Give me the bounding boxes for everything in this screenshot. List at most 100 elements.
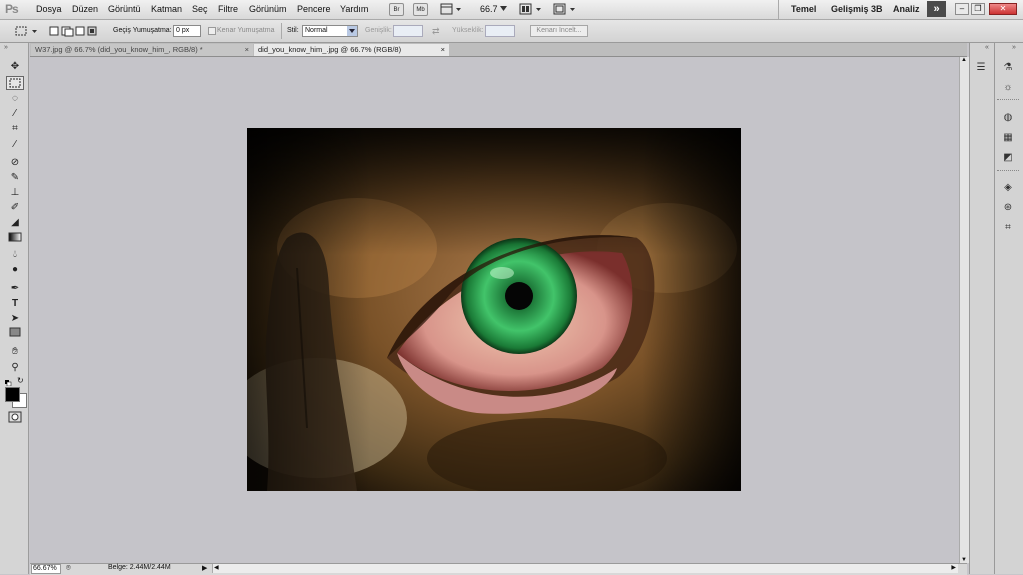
pen-icon: ✒	[10, 283, 20, 294]
menu-yardim[interactable]: Yardım	[340, 4, 368, 14]
scroll-right-icon[interactable]: ▶	[951, 564, 956, 571]
horizontal-scrollbar[interactable]: ◀ ▶	[212, 564, 958, 573]
workspace-gelismis-3b[interactable]: Gelişmiş 3B	[831, 4, 883, 14]
document-info-icon[interactable]: ⌾	[66, 563, 71, 573]
menu-dosya[interactable]: Dosya	[36, 4, 62, 14]
swap-colors-icon[interactable]: ↻	[17, 376, 24, 385]
tool-preset-picker[interactable]	[13, 25, 41, 38]
menu-duzen[interactable]: Düzen	[72, 4, 98, 14]
arrange-icon	[519, 3, 541, 15]
hand-tool[interactable]: ✋︎	[6, 345, 24, 359]
paths-icon: ⌗	[1005, 222, 1011, 233]
feather-input[interactable]: 0 px	[173, 25, 201, 37]
zoom-level[interactable]: 66.7	[480, 4, 498, 14]
marquee-tool[interactable]	[6, 76, 24, 90]
restore-button[interactable]: ❐	[971, 3, 985, 15]
close-button[interactable]: ✕	[989, 3, 1017, 15]
type-tool[interactable]: T	[6, 297, 24, 311]
selection-mode-buttons[interactable]	[48, 25, 100, 38]
type-icon: T	[11, 298, 19, 309]
eyedropper-tool[interactable]: ∕	[6, 138, 24, 152]
mini-bridge-button[interactable]: Mb	[413, 3, 428, 16]
blur-tool[interactable]: 💧︎	[6, 248, 24, 262]
menu-goruntu[interactable]: Görüntü	[108, 4, 141, 14]
menu-filtre[interactable]: Filtre	[218, 4, 238, 14]
dodge-tool[interactable]: ●	[6, 263, 24, 277]
move-tool[interactable]: ✥	[6, 60, 24, 74]
swap-icon[interactable]: ⇄	[432, 26, 440, 37]
default-colors-icon[interactable]	[5, 378, 12, 387]
styles-panel-button[interactable]: ◩	[1000, 151, 1016, 165]
menu-gorunum[interactable]: Görünüm	[249, 4, 287, 14]
menu-pencere[interactable]: Pencere	[297, 4, 331, 14]
vertical-scrollbar[interactable]: ▲ ▼	[959, 57, 969, 563]
style-select[interactable]: Normal	[302, 25, 358, 37]
zoom-tool[interactable]: ⚲	[6, 361, 24, 375]
grid-view-icon	[440, 3, 461, 15]
tab-did-you-know-him[interactable]: did_you_know_him_.jpg @ 66.7% (RGB/8) ×	[254, 44, 449, 56]
path-selection-tool[interactable]: ➤	[6, 312, 24, 326]
marquee-preset-icon	[15, 26, 37, 36]
bandage-icon: ⊘	[10, 157, 20, 168]
history-brush-icon: ✐	[10, 202, 20, 213]
zoom-field[interactable]: 66.67%	[31, 564, 61, 574]
close-icon[interactable]: ×	[441, 44, 445, 56]
stamp-icon: ⊥	[10, 187, 20, 198]
arrange-documents-button[interactable]	[519, 3, 543, 16]
separator	[997, 170, 1019, 172]
color-panel-button[interactable]: ◍	[1000, 111, 1016, 125]
history-brush-tool[interactable]: ✐	[6, 201, 24, 215]
screen-mode-button[interactable]	[553, 3, 577, 16]
close-icon[interactable]: ×	[245, 44, 249, 56]
selection-mode-icon	[49, 26, 97, 37]
quick-mask-button[interactable]	[6, 411, 24, 425]
adjustments-panel-button[interactable]: ☼	[1000, 81, 1016, 95]
workspace-temel[interactable]: Temel	[791, 4, 816, 14]
channels-panel-button[interactable]: ⊛	[1000, 201, 1016, 215]
healing-brush-tool[interactable]: ⊘	[6, 156, 24, 170]
style-label: Stil:	[287, 27, 299, 34]
menu-sec[interactable]: Seç	[192, 4, 208, 14]
brush-tool[interactable]: ✎	[6, 171, 24, 185]
status-menu-arrow-icon[interactable]: ▶	[202, 564, 207, 572]
scroll-up-icon[interactable]: ▲	[961, 57, 967, 63]
collapse-panel-icon[interactable]: »	[1012, 44, 1016, 51]
clone-stamp-tool[interactable]: ⊥	[6, 186, 24, 200]
restore-icon: ❐	[974, 4, 982, 13]
history-panel-button[interactable]: ☰	[973, 61, 989, 75]
view-extras-button[interactable]	[440, 3, 462, 16]
tab-w37[interactable]: W37.jpg @ 66.7% (did_you_know_him_, RGB/…	[31, 44, 253, 56]
collapse-panel-icon[interactable]: »	[4, 44, 8, 51]
channels-icon: ⊛	[1003, 202, 1013, 213]
gradient-icon	[8, 232, 22, 242]
eraser-tool[interactable]: ◢	[6, 216, 24, 230]
swatches-panel-button[interactable]: ▦	[1000, 131, 1016, 145]
antialias-checkbox[interactable]	[208, 27, 216, 35]
foreground-color-swatch[interactable]	[5, 387, 20, 402]
height-input[interactable]	[485, 25, 515, 37]
scroll-left-icon[interactable]: ◀	[214, 564, 219, 571]
paths-panel-button[interactable]: ⌗	[1000, 221, 1016, 235]
quick-select-tool[interactable]: ⁄	[6, 107, 24, 121]
quick-mask-icon	[8, 411, 22, 423]
width-input[interactable]	[393, 25, 423, 37]
mini-bridge-panel-button[interactable]: ⚗	[1000, 61, 1016, 75]
chevron-down-icon[interactable]	[500, 6, 507, 12]
move-icon: ✥	[10, 61, 20, 72]
shape-tool[interactable]	[6, 327, 24, 341]
minimize-button[interactable]: –	[955, 3, 969, 15]
crop-tool[interactable]: ⌗	[6, 122, 24, 136]
pen-tool[interactable]: ✒	[6, 282, 24, 296]
blur-drop-icon: 💧︎	[13, 249, 17, 260]
gradient-tool[interactable]	[6, 232, 24, 246]
layers-panel-button[interactable]: ◈	[1000, 181, 1016, 195]
workspace-analiz[interactable]: Analiz	[893, 4, 920, 14]
menu-katman[interactable]: Katman	[151, 4, 182, 14]
refine-edge-button[interactable]: Kenarı İncelt...	[530, 25, 588, 37]
lasso-tool[interactable]: ◌	[6, 92, 24, 106]
collapse-panel-icon[interactable]: «	[985, 44, 989, 51]
more-workspaces-button[interactable]: »	[927, 1, 946, 17]
double-chevron-right-icon: »	[933, 3, 940, 15]
bridge-button[interactable]: Br	[389, 3, 404, 16]
separator	[778, 0, 779, 19]
